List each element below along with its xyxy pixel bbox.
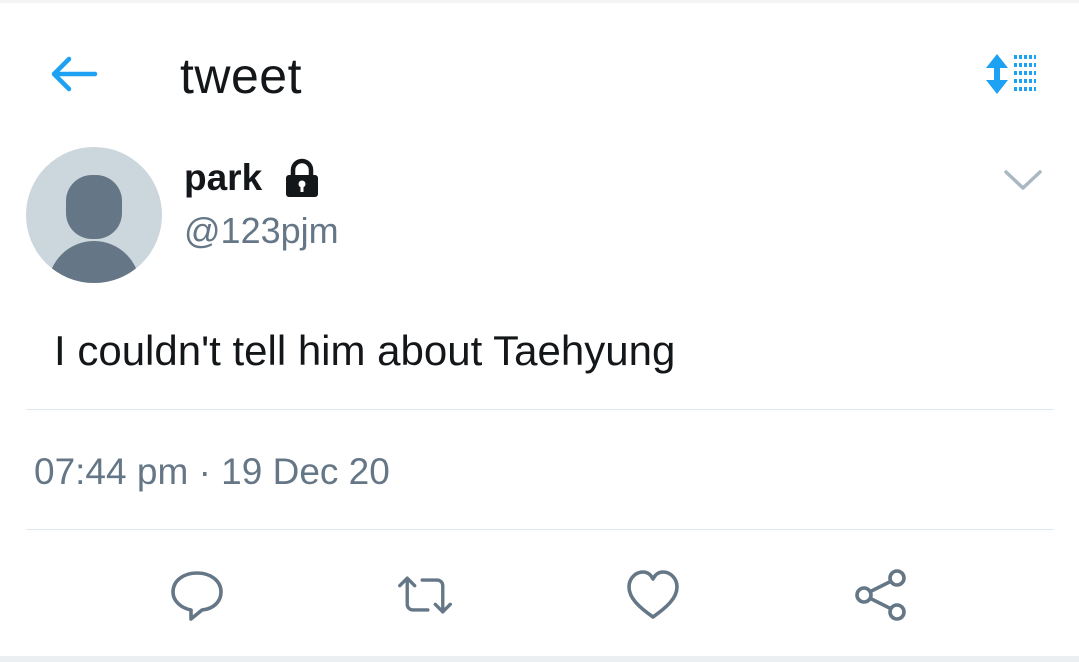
lock-icon — [282, 158, 322, 198]
divider — [26, 529, 1054, 530]
display-name-row: park — [184, 152, 322, 204]
sort-list-icon — [986, 54, 1036, 94]
share-button[interactable] — [852, 566, 910, 624]
tweet-text: I couldn't tell him about Taehyung — [54, 327, 676, 374]
share-icon — [855, 569, 906, 621]
back-button[interactable] — [46, 50, 102, 98]
tweet-date: 19 Dec 20 — [221, 451, 390, 492]
reply-icon — [171, 571, 223, 621]
chevron-down-icon — [1004, 170, 1042, 190]
default-avatar-icon — [48, 175, 140, 283]
bottom-edge — [0, 656, 1079, 662]
display-name[interactable]: park — [184, 152, 262, 204]
sort-button[interactable] — [982, 50, 1042, 98]
tweet-time: 07:44 pm — [34, 451, 189, 492]
retweet-button[interactable] — [396, 566, 454, 624]
user-handle[interactable]: @123pjm — [184, 208, 339, 254]
tweet-timestamp: 07:44 pm · 19 Dec 20 — [34, 448, 390, 496]
timestamp-separator: · — [198, 451, 211, 492]
divider — [26, 409, 1054, 410]
arrow-left-icon — [51, 56, 98, 92]
page-title: tweet — [180, 48, 303, 104]
like-icon — [627, 570, 679, 619]
retweet-icon — [398, 576, 452, 614]
reply-button[interactable] — [168, 566, 226, 624]
avatar[interactable] — [26, 147, 162, 283]
tweet-detail-screen: tweet park @123pjm I couldn't tell him a… — [0, 0, 1079, 662]
top-edge — [0, 0, 1079, 3]
tweet-menu-button[interactable] — [998, 160, 1048, 200]
like-button[interactable] — [624, 566, 682, 624]
